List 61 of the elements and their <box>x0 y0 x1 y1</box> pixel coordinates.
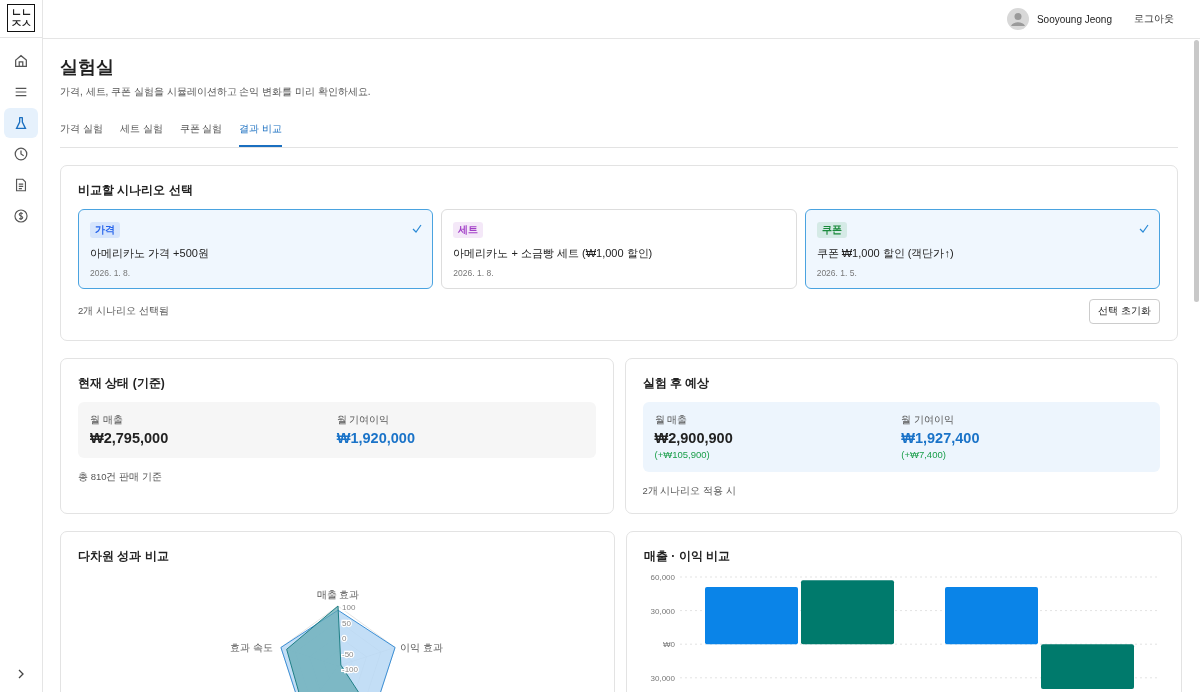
check-icon <box>412 224 423 233</box>
card-title: 실험 후 예상 <box>642 375 711 392</box>
summary-note: 총 810건 판매 기준 <box>78 471 163 484</box>
tick-label: 30,000 <box>650 673 675 683</box>
card-title: 현재 상태 (기준) <box>78 375 166 392</box>
tag: 가격 <box>90 222 120 238</box>
clock-icon <box>13 146 29 162</box>
tick-label: 30,000 <box>650 606 675 616</box>
tick-label: 50 <box>342 618 351 628</box>
scenario-date: 2026. 1. 8. <box>90 268 131 278</box>
metric-value: ₩2,795,000 <box>90 430 170 446</box>
tick-label: 0 <box>342 634 347 643</box>
metric-label: 월 매출 <box>90 414 124 427</box>
metric-value: ₩1,927,400 <box>901 430 981 446</box>
scenario-option[interactable]: 가격 아메리카노 가격 +500원 2026. 1. 8. <box>78 209 434 289</box>
tab[interactable]: 결과 비교 <box>239 113 283 147</box>
page-title: 실험실 <box>60 56 115 79</box>
selection-count: 2개 시나리오 선택됨 <box>78 305 169 318</box>
scenario-name: 쿠폰 ₩1,000 할인 (객단가↑) <box>816 246 954 261</box>
metric-delta: (+₩105,900) <box>654 449 711 460</box>
metric-value: ₩1,920,000 <box>336 430 416 446</box>
tick-label: 60,000 <box>650 573 675 582</box>
summary-note: 2개 시나리오 적용 시 <box>642 485 737 498</box>
card-title: 다차원 성과 비교 <box>78 548 170 565</box>
dollar-icon <box>13 208 29 224</box>
scenario-date: 2026. 1. 8. <box>453 268 494 278</box>
tick-label: -50 <box>342 649 354 659</box>
tag: 세트 <box>453 222 484 238</box>
logo[interactable]: ㄴㄴ ㅈㅅ <box>7 4 35 32</box>
axis-label: 효과 속도 <box>230 642 273 653</box>
user-name: Sooyoung Jeong <box>1036 13 1112 25</box>
card-title: 비교할 시나리오 선택 <box>78 182 194 199</box>
tick-label: ₩0 <box>663 640 675 650</box>
axis-label: 매출 효과 <box>316 589 360 600</box>
metric-label: 월 기여이익 <box>901 414 955 427</box>
tick-label: 100 <box>342 603 356 612</box>
scenario-option[interactable]: 쿠폰 쿠폰 ₩1,000 할인 (객단가↑) 2026. 1. 5. <box>804 209 1160 289</box>
tag: 쿠폰 <box>816 222 847 238</box>
home-icon <box>13 53 29 69</box>
scenario-name: 아메리카노 가격 +500원 <box>90 246 209 261</box>
metric-label: 월 기여이익 <box>336 414 391 427</box>
sidebar-item[interactable] <box>4 108 38 138</box>
metric-delta: (+₩7,400) <box>901 449 947 460</box>
logout-link[interactable]: 로그아웃 <box>1134 12 1174 26</box>
card-title: 매출 · 이익 비교 <box>644 548 731 565</box>
metric-label: 월 매출 <box>654 414 689 427</box>
check-icon <box>1139 224 1149 233</box>
page-subtitle: 가격, 세트, 쿠폰 실험을 시뮬레이션하고 손익 변화를 미리 확인하세요. <box>60 85 372 99</box>
reset-button[interactable]: 선택 초기화 <box>1089 299 1160 324</box>
scenario-date: 2026. 1. 5. <box>816 268 857 278</box>
avatar[interactable] <box>1006 8 1029 30</box>
tab[interactable]: 쿠폰 실험 <box>179 113 223 147</box>
flask-icon <box>13 115 29 131</box>
tab[interactable]: 세트 실험 <box>119 113 163 147</box>
axis-label: 이익 효과 <box>400 642 443 653</box>
scrollbar[interactable] <box>1194 40 1199 302</box>
scenario-option[interactable]: 세트 아메리카노 + 소금빵 세트 (₩1,000 할인) 2026. 1. 8. <box>441 209 797 289</box>
document-icon <box>13 177 29 193</box>
tab[interactable]: 가격 실험 <box>60 113 103 147</box>
scenario-name: 아메리카노 + 소금빵 세트 (₩1,000 할인) <box>453 246 653 261</box>
metric-value: ₩2,900,900 <box>654 430 734 446</box>
